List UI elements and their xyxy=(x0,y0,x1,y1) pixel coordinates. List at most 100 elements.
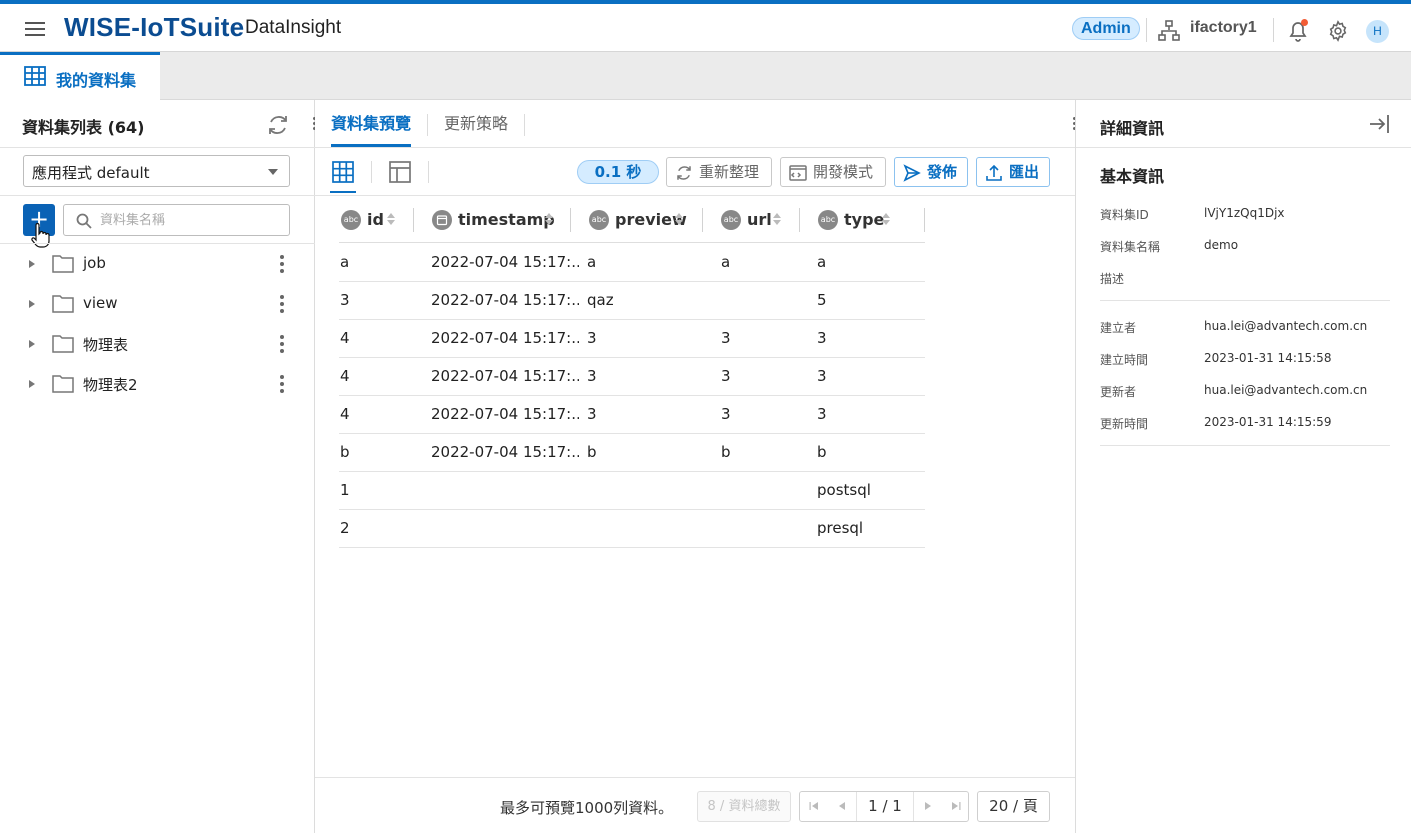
app-select[interactable]: 應用程式 default xyxy=(23,155,290,187)
divider xyxy=(1100,300,1390,301)
tree-item-label: view xyxy=(83,294,118,312)
table-cell: 3 xyxy=(587,405,597,423)
table-cell: 3 xyxy=(340,291,350,309)
page-size-select[interactable]: 20 / 頁 xyxy=(977,791,1050,822)
caret-right-icon[interactable] xyxy=(29,260,35,268)
tab-update-policy[interactable]: 更新策略 xyxy=(444,100,508,147)
sort-icon[interactable] xyxy=(545,213,553,227)
field-label: 資料集ID xyxy=(1100,208,1149,222)
table-row[interactable]: b 2022-07-04 15:17:... b b b xyxy=(339,434,925,472)
page-indicator: 1 / 1 xyxy=(856,792,914,821)
table-row[interactable]: a 2022-07-04 15:17:... a a a xyxy=(339,244,925,282)
first-page-button[interactable] xyxy=(800,792,828,821)
divider xyxy=(0,195,315,196)
refresh-button[interactable]: 重新整理 xyxy=(666,157,772,187)
table-cell: b xyxy=(587,443,597,461)
sort-icon[interactable] xyxy=(387,213,395,227)
dataset-list-title: 資料集列表 (64) xyxy=(22,118,145,137)
tree-item-physical-table-2[interactable]: 物理表2 xyxy=(0,364,315,404)
table-row[interactable]: 4 2022-07-04 15:17:... 3 3 3 xyxy=(339,396,925,434)
dev-mode-button[interactable]: 開發模式 xyxy=(780,157,886,187)
table-cell: qaz xyxy=(587,291,614,309)
column-header-type[interactable]: abc type xyxy=(816,202,925,243)
tree-item-view[interactable]: view xyxy=(0,284,315,324)
column-header-timestamp[interactable]: timestamp xyxy=(430,202,571,243)
divider xyxy=(315,195,1075,196)
grid-view-icon[interactable] xyxy=(332,161,354,183)
folder-icon xyxy=(52,375,74,393)
prev-page-icon xyxy=(839,802,845,810)
export-button[interactable]: 匯出 xyxy=(976,157,1050,187)
table-row[interactable]: 4 2022-07-04 15:17:... 3 3 3 xyxy=(339,358,925,396)
table-cell: a xyxy=(817,253,827,271)
tab-my-datasets[interactable]: 我的資料集 xyxy=(0,52,160,100)
grid-header: abc id timestamp abc preview abc url abc… xyxy=(339,202,925,243)
table-cell: 2022-07-04 15:17:... xyxy=(431,443,579,461)
table-row[interactable]: 2 presql xyxy=(339,510,925,548)
refresh-icon xyxy=(677,166,691,180)
field-label: 資料集名稱 xyxy=(1100,240,1161,254)
first-page-icon xyxy=(809,802,818,810)
publish-button[interactable]: 發佈 xyxy=(894,157,968,187)
text-type-icon: abc xyxy=(341,210,361,230)
field-label: 更新者 xyxy=(1100,385,1137,399)
table-cell: 3 xyxy=(587,329,597,347)
caret-right-icon[interactable] xyxy=(29,380,35,388)
dataset-search xyxy=(63,204,290,236)
dataset-search-input[interactable] xyxy=(100,210,280,230)
layout-view-icon[interactable] xyxy=(389,161,411,183)
table-cell: presql xyxy=(817,519,864,537)
divider xyxy=(0,147,315,148)
table-cell: 2 xyxy=(340,519,350,537)
more-vertical-icon[interactable] xyxy=(278,293,286,315)
caret-right-icon[interactable] xyxy=(29,340,35,348)
column-header-url[interactable]: abc url xyxy=(719,202,800,243)
table-row[interactable]: 3 2022-07-04 15:17:... qaz 5 xyxy=(339,282,925,320)
caret-right-icon[interactable] xyxy=(29,300,35,308)
table-cell: 3 xyxy=(817,367,827,385)
table-row[interactable]: 1 postsql xyxy=(339,472,925,510)
total-count: 8 / 資料總數 xyxy=(697,791,791,822)
column-divider[interactable] xyxy=(924,208,925,232)
prev-page-button[interactable] xyxy=(828,792,856,821)
table-cell: 2022-07-04 15:17:... xyxy=(431,367,579,385)
next-page-button[interactable] xyxy=(914,792,942,821)
divider xyxy=(1100,445,1390,446)
hamburger-menu-icon[interactable] xyxy=(22,18,48,40)
refresh-icon[interactable] xyxy=(266,113,290,137)
column-divider[interactable] xyxy=(570,208,571,232)
sort-icon[interactable] xyxy=(882,213,890,227)
table-icon xyxy=(24,66,46,86)
sort-icon[interactable] xyxy=(773,213,781,227)
more-vertical-icon[interactable] xyxy=(278,333,286,355)
more-vertical-icon[interactable] xyxy=(278,373,286,395)
column-divider[interactable] xyxy=(799,208,800,232)
table-row[interactable]: 4 2022-07-04 15:17:... 3 3 3 xyxy=(339,320,925,358)
button-label: 重新整理 xyxy=(699,163,760,181)
search-icon xyxy=(76,213,92,229)
view-divider xyxy=(428,161,429,183)
gear-icon[interactable] xyxy=(1327,20,1349,42)
basic-info-title: 基本資訊 xyxy=(1100,167,1165,186)
last-page-button[interactable] xyxy=(942,792,970,821)
more-vertical-icon[interactable] xyxy=(278,253,286,275)
column-divider[interactable] xyxy=(702,208,703,232)
tree-item-physical-table[interactable]: 物理表 xyxy=(0,324,315,364)
org-name[interactable]: ifactory1 xyxy=(1190,19,1257,37)
app-select-value: 應用程式 default xyxy=(32,164,150,182)
table-cell: 2022-07-04 15:17:... xyxy=(431,253,579,271)
user-avatar[interactable]: H xyxy=(1366,20,1389,43)
table-cell: 4 xyxy=(340,405,350,423)
upload-icon xyxy=(986,164,1002,181)
org-tree-icon[interactable] xyxy=(1158,20,1180,42)
updated-time-value: 2023-01-31 14:15:59 xyxy=(1204,415,1332,429)
sort-icon[interactable] xyxy=(675,213,683,227)
collapse-panel-icon[interactable] xyxy=(1367,112,1391,136)
tree-item-job[interactable]: job xyxy=(0,244,315,284)
column-header-id[interactable]: abc id xyxy=(339,202,414,243)
tab-dataset-preview[interactable]: 資料集預覽 xyxy=(331,100,412,147)
column-header-preview[interactable]: abc preview xyxy=(587,202,703,243)
column-divider[interactable] xyxy=(413,208,414,232)
tree-item-label: 物理表2 xyxy=(83,376,138,394)
header-divider xyxy=(1273,18,1274,42)
